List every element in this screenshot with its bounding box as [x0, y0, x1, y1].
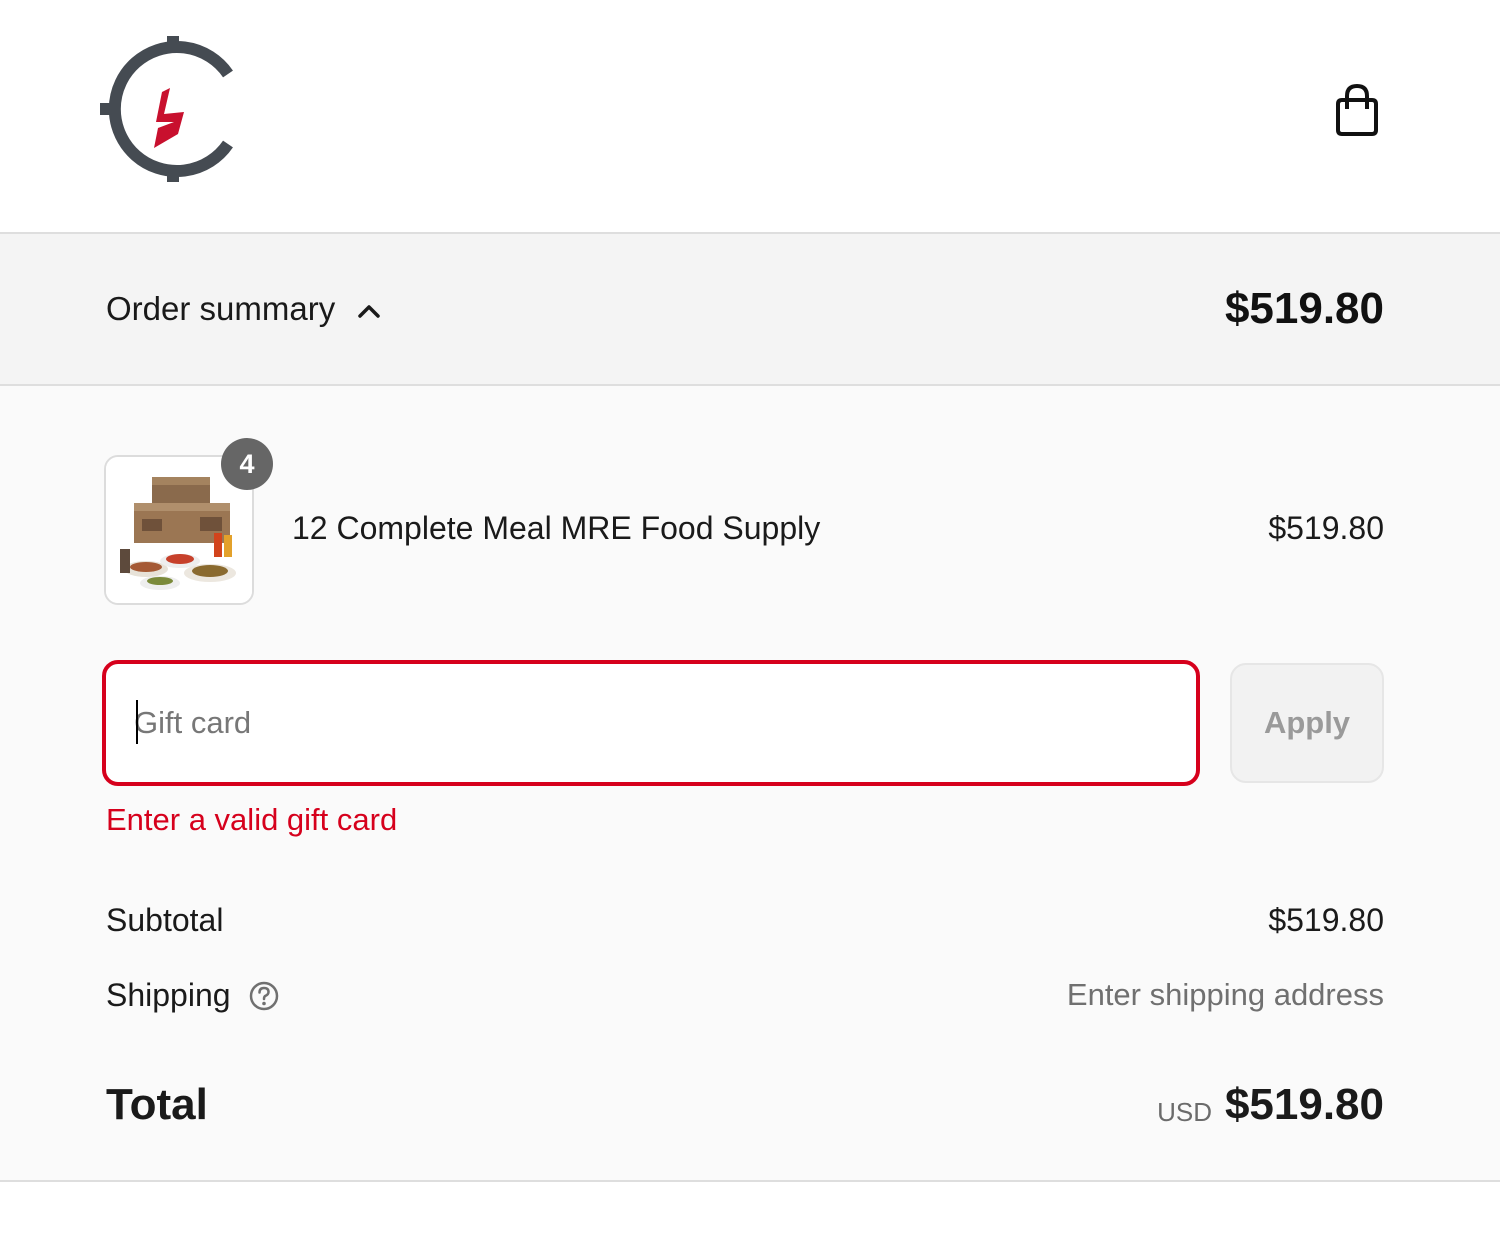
gift-card-input[interactable] — [134, 664, 1154, 782]
help-icon[interactable] — [248, 980, 280, 1012]
gift-card-error: Enter a valid gift card — [106, 802, 398, 837]
shipping-label: Shipping — [106, 977, 231, 1013]
product-price: $519.80 — [1268, 510, 1384, 546]
brand-logo[interactable] — [100, 36, 246, 182]
shipping-value: Enter shipping address — [1066, 977, 1384, 1012]
subtotal-value: $519.80 — [1268, 902, 1384, 938]
total-value: $519.80 — [1224, 1080, 1384, 1129]
currency-code: USD — [1157, 1097, 1212, 1127]
order-summary-label[interactable]: Order summary — [106, 290, 335, 328]
quantity-badge: 4 — [221, 438, 273, 490]
order-summary-total: $519.80 — [1224, 284, 1384, 333]
apply-gift-card-button[interactable]: Apply — [1230, 663, 1384, 783]
text-cursor — [136, 700, 138, 744]
gift-card-field[interactable] — [102, 660, 1200, 786]
chevron-up-icon[interactable] — [356, 300, 382, 322]
total-label: Total — [106, 1080, 208, 1129]
product-name: 12 Complete Meal MRE Food Supply — [292, 510, 821, 546]
checkout-header — [0, 0, 1500, 234]
subtotal-label: Subtotal — [106, 902, 224, 938]
shopping-bag-icon[interactable] — [1330, 82, 1384, 138]
